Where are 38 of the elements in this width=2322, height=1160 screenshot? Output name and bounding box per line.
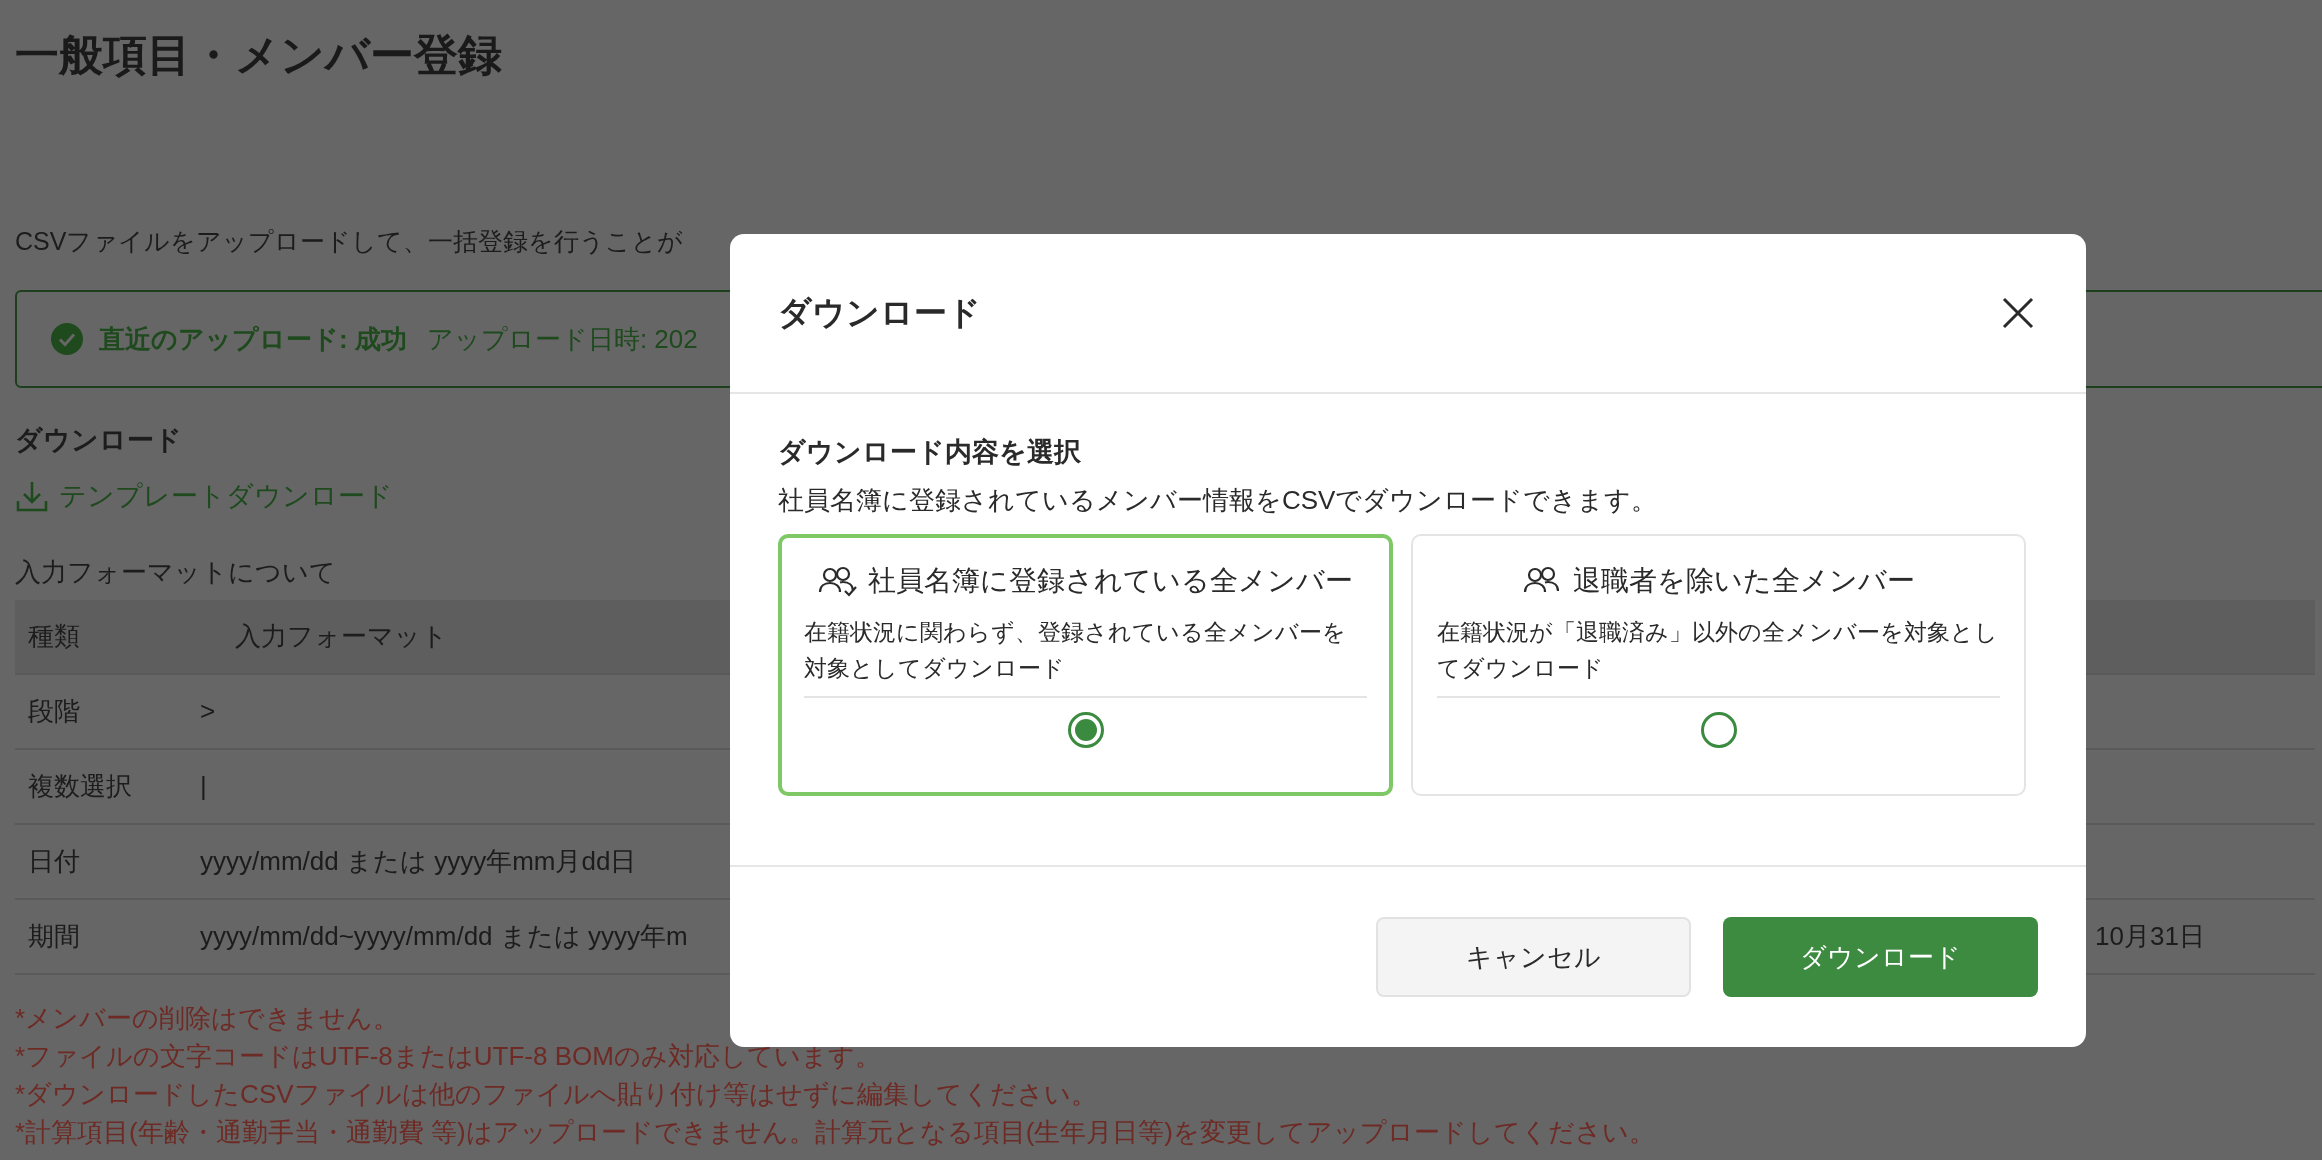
dialog-title: ダウンロード <box>778 292 981 333</box>
table-cell-text: 段階 <box>27 695 80 728</box>
dialog-description: 社員名簿に登録されているメンバー情報をCSVでダウンロードできます。 <box>778 484 1658 517</box>
option-card[interactable]: 退職者を除いた全メンバー 在籍状況が「退職済み」以外の全メンバーを対象としてダウンロード <box>1411 534 2026 796</box>
option-title: 退職者を除いた全メンバー <box>1572 564 1915 598</box>
people-check-icon <box>818 565 858 597</box>
note-text: *計算項目(年齢・通勤手当・通勤費 等)はアップロードできません。計算元となる項目(生年月日等)を変更してアップロードしてください。 <box>15 1116 1655 1149</box>
format-heading: 入力フォーマットについて <box>15 556 336 589</box>
upload-date: アップロード日時: 202 <box>426 322 698 356</box>
upload-status: 直近のアップロード: 成功 <box>99 322 407 356</box>
option-description: 在籍状況が「退職済み」以外の全メンバーを対象としてダウンロード <box>1437 614 2000 698</box>
table-cell-text: yyyy/mm/dd または yyyy年mm月dd日 <box>200 845 637 878</box>
page-title: 一般項目・メンバー登録 <box>15 29 502 81</box>
check-circle-icon <box>51 323 83 355</box>
table-cell-text: 複数選択 <box>27 770 132 803</box>
section-heading: ダウンロード <box>15 424 182 457</box>
option-title: 社員名簿に登録されている全メンバー <box>868 564 1353 598</box>
download-button[interactable]: ダウンロード <box>1723 917 2038 997</box>
note-text: *メンバーの削除はできません。 <box>15 1002 400 1035</box>
table-cell-text: 日付 <box>27 845 80 878</box>
table-header: 入力フォーマット <box>234 620 448 653</box>
note-text: *ダウンロードしたCSVファイルは他のファイルへ貼り付け等はせずに編集してください。 <box>15 1078 1097 1111</box>
table-cell-text: yyyy/mm/dd~yyyy/mm/dd または yyyy年m <box>200 920 688 953</box>
close-icon <box>2000 295 2036 331</box>
cancel-button[interactable]: キャンセル <box>1376 917 1691 997</box>
download-icon <box>15 479 49 513</box>
section-title: ダウンロード内容を選択 <box>778 436 1081 469</box>
table-cell-text: 10月31日 <box>2095 920 2205 953</box>
table-cell: | <box>200 771 207 802</box>
option-card[interactable]: 社員名簿に登録されている全メンバー 在籍状況に関わらず、登録されている全メンバーを対象としてダウンロード <box>778 534 1393 796</box>
note-text: *ファイルの文字コードはUTF-8またはUTF-8 BOMのみ対応しています。 <box>15 1040 881 1073</box>
table-cell: > <box>200 696 216 727</box>
radio-button[interactable] <box>1700 712 1737 748</box>
radio-button[interactable] <box>1067 712 1104 748</box>
intro-text: CSVファイルをアップロードして、一括登録を行うことが <box>15 226 684 257</box>
option-description: 在籍状況に関わらず、登録されている全メンバーを対象としてダウンロード <box>804 614 1367 698</box>
table-cell-text: 期間 <box>27 920 80 953</box>
table-header: 種類 <box>27 620 80 653</box>
